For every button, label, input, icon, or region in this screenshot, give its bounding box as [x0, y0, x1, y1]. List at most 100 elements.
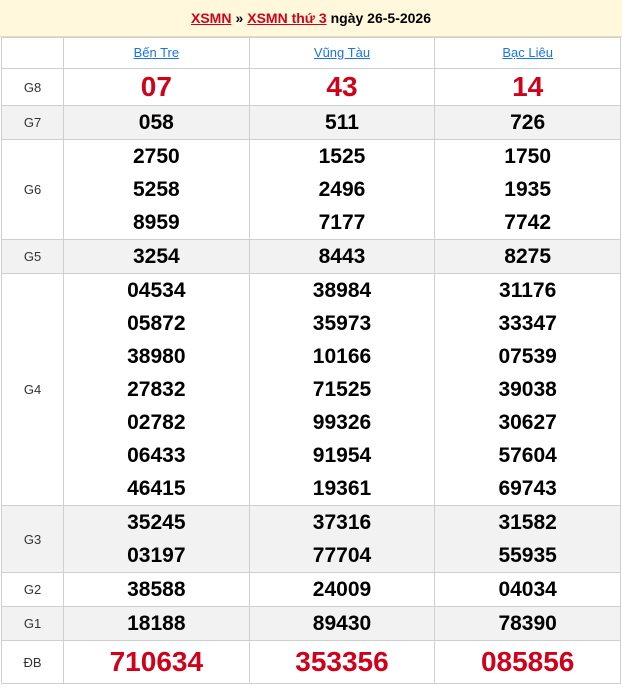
- prize-cell: 04034: [434, 572, 621, 607]
- prize-number: 8275: [504, 245, 552, 268]
- prize-number: 06433: [127, 444, 186, 467]
- prize-number: 2750: [132, 145, 180, 168]
- prize-number: 058: [138, 111, 174, 134]
- prize-label: G8: [1, 68, 64, 106]
- prize-number: 5258: [132, 178, 180, 201]
- prize-cell: 31176 33347 07539 39038 30627 57604 69743: [434, 273, 621, 506]
- prize-label: ĐB: [1, 640, 64, 684]
- xsmn-link[interactable]: XSMN: [191, 10, 231, 26]
- prize-number: 38588: [127, 578, 186, 601]
- prize-number: 69743: [498, 477, 557, 500]
- prize-number: 8443: [318, 245, 366, 268]
- prize-cell: 8275: [434, 239, 621, 274]
- prize-number: 89430: [312, 612, 372, 635]
- prize-number: 710634: [109, 646, 204, 677]
- prize-cell: 3254: [63, 239, 250, 274]
- prize-cell: 38588: [63, 572, 250, 607]
- prize-number: 511: [325, 111, 359, 134]
- prize-cell: 710634: [63, 640, 250, 684]
- results-table: Bến Tre Vũng Tàu Bạc Liêu G8 07 43 14 G7 058 5…: [1, 37, 621, 684]
- prize-row-g8: G8 07 43 14: [1, 68, 621, 106]
- prize-row-g5: G5 3254 8443 8275: [1, 239, 621, 274]
- prize-cell: 18188: [63, 606, 250, 641]
- prize-number: 27832: [127, 378, 186, 401]
- province-link-vung-tau[interactable]: Vũng Tàu: [314, 45, 370, 60]
- prize-number: 18188: [127, 612, 186, 635]
- table-header-row: Bến Tre Vũng Tàu Bạc Liêu: [1, 37, 621, 69]
- prize-number: 353356: [295, 646, 389, 677]
- prize-cell: 38984 35973 10166 71525 99326 91954 19361: [248, 273, 436, 506]
- prize-cell: 8443: [248, 239, 436, 274]
- prize-number: 085856: [480, 646, 575, 677]
- prize-row-g4: G4 04534 05872 38980 27832 02782 06433 46415 389…: [1, 273, 621, 506]
- prize-row-g6: G6 2750 5258 8959 1525 2496 7177 1750 1935 7742: [1, 139, 621, 240]
- prize-label: G7: [1, 105, 64, 140]
- prize-number: 1525: [318, 145, 366, 168]
- prize-row-g2: G2 38588 24009 04034: [1, 572, 621, 607]
- prize-cell: 058: [63, 105, 250, 140]
- prize-number: 1750: [504, 145, 552, 168]
- prize-number: 71525: [312, 378, 372, 401]
- header-empty-cell: [1, 37, 64, 69]
- prize-label: G4: [1, 273, 64, 506]
- prize-cell: 35245 03197: [63, 505, 250, 573]
- prize-number: 77704: [312, 544, 372, 567]
- prize-cell: 14: [434, 68, 621, 106]
- prize-number: 55935: [498, 544, 557, 567]
- prize-cell: 24009: [248, 572, 436, 607]
- prize-number: 38980: [127, 345, 186, 368]
- province-link-ben-tre[interactable]: Bến Tre: [134, 45, 180, 60]
- prize-number: 10166: [312, 345, 372, 368]
- prize-number: 19361: [312, 477, 372, 500]
- prize-cell: 04534 05872 38980 27832 02782 06433 46415: [63, 273, 250, 506]
- prize-label: G2: [1, 572, 64, 607]
- breadcrumb-separator: »: [235, 10, 244, 26]
- prize-cell: 37316 77704: [248, 505, 436, 573]
- prize-number: 31176: [499, 279, 557, 302]
- prize-cell: 511: [248, 105, 436, 140]
- prize-cell: 085856: [434, 640, 621, 684]
- prize-number: 8959: [132, 211, 180, 234]
- prize-number: 35245: [127, 511, 186, 534]
- prize-row-g3: G3 35245 03197 37316 77704 31582 55935: [1, 505, 621, 573]
- prize-number: 07539: [498, 345, 557, 368]
- prize-cell: 89430: [248, 606, 436, 641]
- prize-number: 35973: [312, 312, 372, 335]
- prize-number: 726: [510, 111, 546, 134]
- prize-number: 02782: [127, 411, 186, 434]
- prize-cell: 353356: [248, 640, 436, 684]
- prize-number: 04534: [127, 279, 186, 302]
- prize-number: 78390: [498, 612, 557, 635]
- prize-label: G6: [1, 139, 64, 240]
- prize-cell: 43: [248, 68, 436, 106]
- prize-number: 31582: [498, 511, 557, 534]
- prize-number: 7177: [318, 211, 366, 234]
- prize-label: G5: [1, 239, 64, 274]
- prize-row-g7: G7 058 511 726: [1, 105, 621, 140]
- prize-label: G1: [1, 606, 64, 641]
- prize-cell: 1750 1935 7742: [434, 139, 621, 240]
- prize-number: 39038: [498, 378, 557, 401]
- prize-cell: 1525 2496 7177: [248, 139, 436, 240]
- province-link-bac-lieu[interactable]: Bạc Liêu: [502, 45, 553, 60]
- prize-cell: 726: [434, 105, 621, 140]
- prize-number: 03197: [127, 544, 186, 567]
- xsmn-thu3-link[interactable]: XSMN thứ 3: [247, 10, 326, 26]
- prize-number: 99326: [312, 411, 372, 434]
- prize-rows: G8 07 43 14 G7 058 511 726 G6 2750 5258 8959 1525 249…: [1, 68, 621, 684]
- prize-row-đb: ĐB 710634 353356 085856: [1, 640, 621, 684]
- prize-row-g1: G1 18188 89430 78390: [1, 606, 621, 641]
- prize-number: 2496: [318, 178, 366, 201]
- prize-number: 38984: [312, 279, 372, 302]
- prize-number: 33347: [498, 312, 557, 335]
- prize-number: 46415: [127, 477, 186, 500]
- prize-number: 3254: [132, 245, 180, 268]
- results-page: XSMN » XSMN thứ 3 ngày 26-5-2026 Bến Tre…: [0, 0, 622, 684]
- prize-number: 30627: [498, 411, 557, 434]
- prize-number: 07: [140, 71, 172, 102]
- prize-number: 14: [512, 71, 544, 102]
- prize-cell: 78390: [434, 606, 621, 641]
- prize-number: 7742: [504, 211, 552, 234]
- prize-number: 24009: [312, 578, 372, 601]
- prize-number: 43: [326, 71, 358, 102]
